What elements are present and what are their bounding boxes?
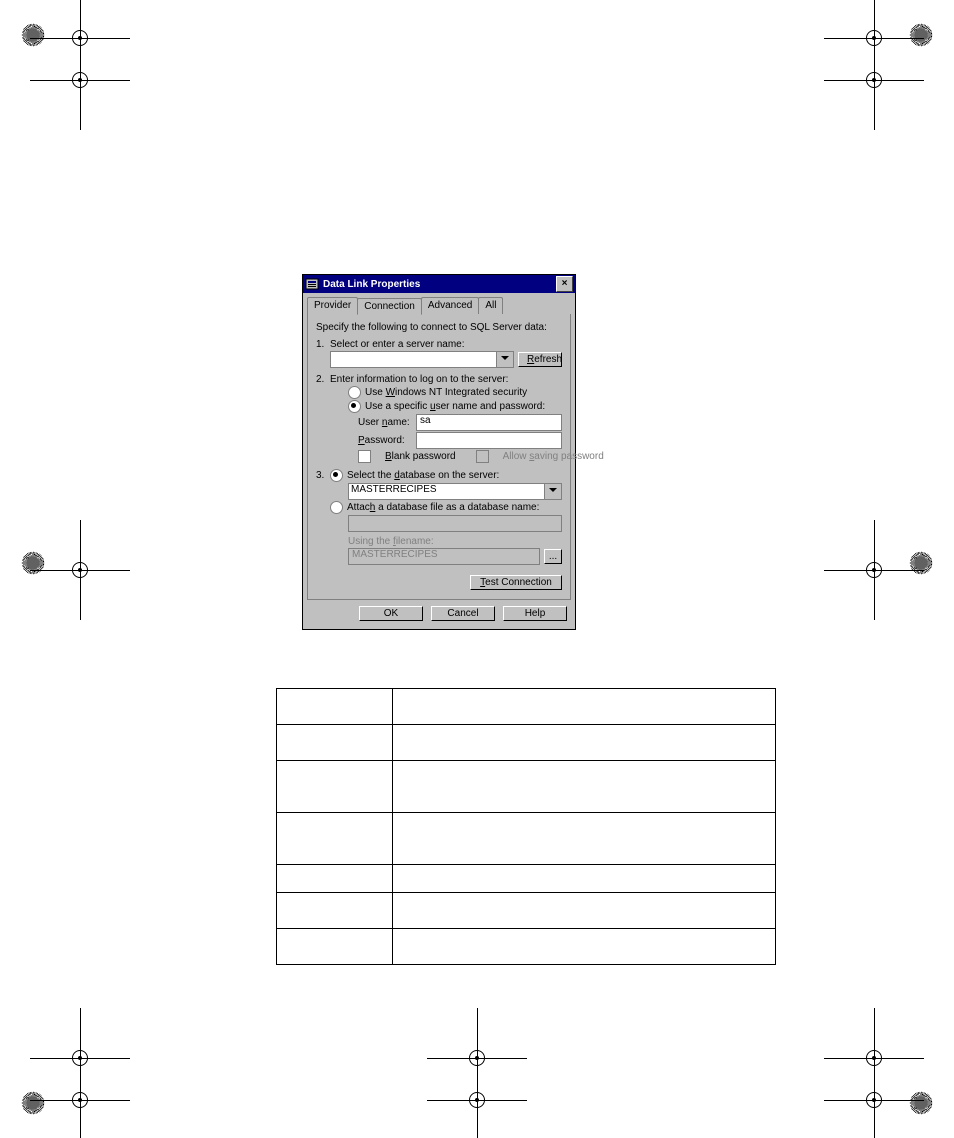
registration-rosette (908, 550, 934, 576)
tab-panel-connection: Specify the following to connect to SQL … (307, 314, 571, 600)
table-row (277, 929, 776, 965)
registration-rosette (20, 22, 46, 48)
radio-specific-user[interactable] (348, 400, 361, 413)
tab-advanced[interactable]: Advanced (421, 297, 479, 314)
browse-filename-button[interactable]: ... (544, 549, 562, 564)
datalink-icon (305, 277, 319, 291)
help-button[interactable]: Help (503, 606, 567, 621)
blank-password-label: Blank password (385, 451, 456, 462)
close-icon: × (562, 279, 568, 289)
data-link-properties-dialog: Data Link Properties × Provider Connecti… (302, 274, 576, 630)
close-button[interactable]: × (556, 276, 573, 292)
radio-attach-database[interactable] (330, 501, 343, 514)
registration-mark (60, 60, 100, 100)
filename-input: MASTERRECIPES (348, 548, 540, 565)
username-label: User name: (358, 417, 416, 428)
registration-mark (60, 550, 100, 590)
registration-mark (457, 1080, 497, 1120)
registration-rosette (908, 22, 934, 48)
registration-mark (854, 550, 894, 590)
radio-nt-security[interactable] (348, 386, 361, 399)
registration-mark (854, 1080, 894, 1120)
tab-all[interactable]: All (478, 297, 503, 314)
allow-saving-password-checkbox (476, 450, 489, 463)
dialog-title: Data Link Properties (323, 279, 556, 290)
step3-number: 3. (316, 470, 330, 481)
radio-select-database[interactable] (330, 469, 343, 482)
registration-mark (457, 1038, 497, 1078)
registration-rosette (20, 1090, 46, 1116)
password-label: Password: (358, 435, 416, 446)
server-name-input[interactable] (330, 351, 496, 368)
username-input[interactable]: sa (416, 414, 562, 431)
titlebar[interactable]: Data Link Properties × (303, 275, 575, 293)
chevron-down-icon (501, 354, 509, 365)
password-input[interactable] (416, 432, 562, 449)
database-input[interactable]: MASTERRECIPES (348, 483, 544, 500)
database-dropdown-button[interactable] (544, 483, 562, 500)
table-row (277, 761, 776, 813)
filename-label: Using the filename: (348, 536, 434, 547)
table-row (277, 725, 776, 761)
table-row (277, 689, 776, 725)
blank-password-checkbox[interactable] (358, 450, 371, 463)
database-combo[interactable]: MASTERRECIPES (348, 483, 562, 500)
allow-saving-password-label: Allow saving password (503, 451, 604, 462)
registration-rosette (20, 550, 46, 576)
server-name-combo[interactable] (330, 351, 514, 368)
chevron-down-icon (549, 486, 557, 497)
table-row (277, 813, 776, 865)
registration-mark (854, 60, 894, 100)
registration-mark (854, 18, 894, 58)
registration-mark (60, 1038, 100, 1078)
page: Data Link Properties × Provider Connecti… (0, 0, 954, 1138)
cancel-button[interactable]: Cancel (431, 606, 495, 621)
step2-number: 2. (316, 374, 330, 385)
step1-label: Select or enter a server name: (330, 339, 465, 350)
tab-provider[interactable]: Provider (307, 297, 358, 314)
registration-rosette (908, 1090, 934, 1116)
dialog-button-row: OK Cancel Help (311, 606, 567, 621)
registration-mark (854, 1038, 894, 1078)
ok-button[interactable]: OK (359, 606, 423, 621)
step1-number: 1. (316, 339, 330, 350)
refresh-button[interactable]: Refresh (518, 352, 562, 367)
test-connection-button[interactable]: Test Connection (470, 575, 562, 590)
table-row (277, 865, 776, 893)
document-table (276, 688, 776, 965)
radio-select-database-label: Select the database on the server: (347, 470, 499, 481)
connection-intro: Specify the following to connect to SQL … (316, 322, 562, 333)
radio-nt-security-label: Use Windows NT Integrated security (365, 387, 527, 398)
table-row (277, 893, 776, 929)
attach-database-name-input (348, 515, 562, 532)
radio-specific-user-label: Use a specific user name and password: (365, 401, 545, 412)
step2-label: Enter information to log on to the serve… (330, 374, 508, 385)
registration-mark (60, 1080, 100, 1120)
registration-mark (60, 18, 100, 58)
server-name-dropdown-button[interactable] (496, 351, 514, 368)
radio-attach-database-label: Attach a database file as a database nam… (347, 502, 539, 513)
tab-connection[interactable]: Connection (357, 298, 422, 315)
tab-strip: Provider Connection Advanced All (307, 297, 571, 314)
